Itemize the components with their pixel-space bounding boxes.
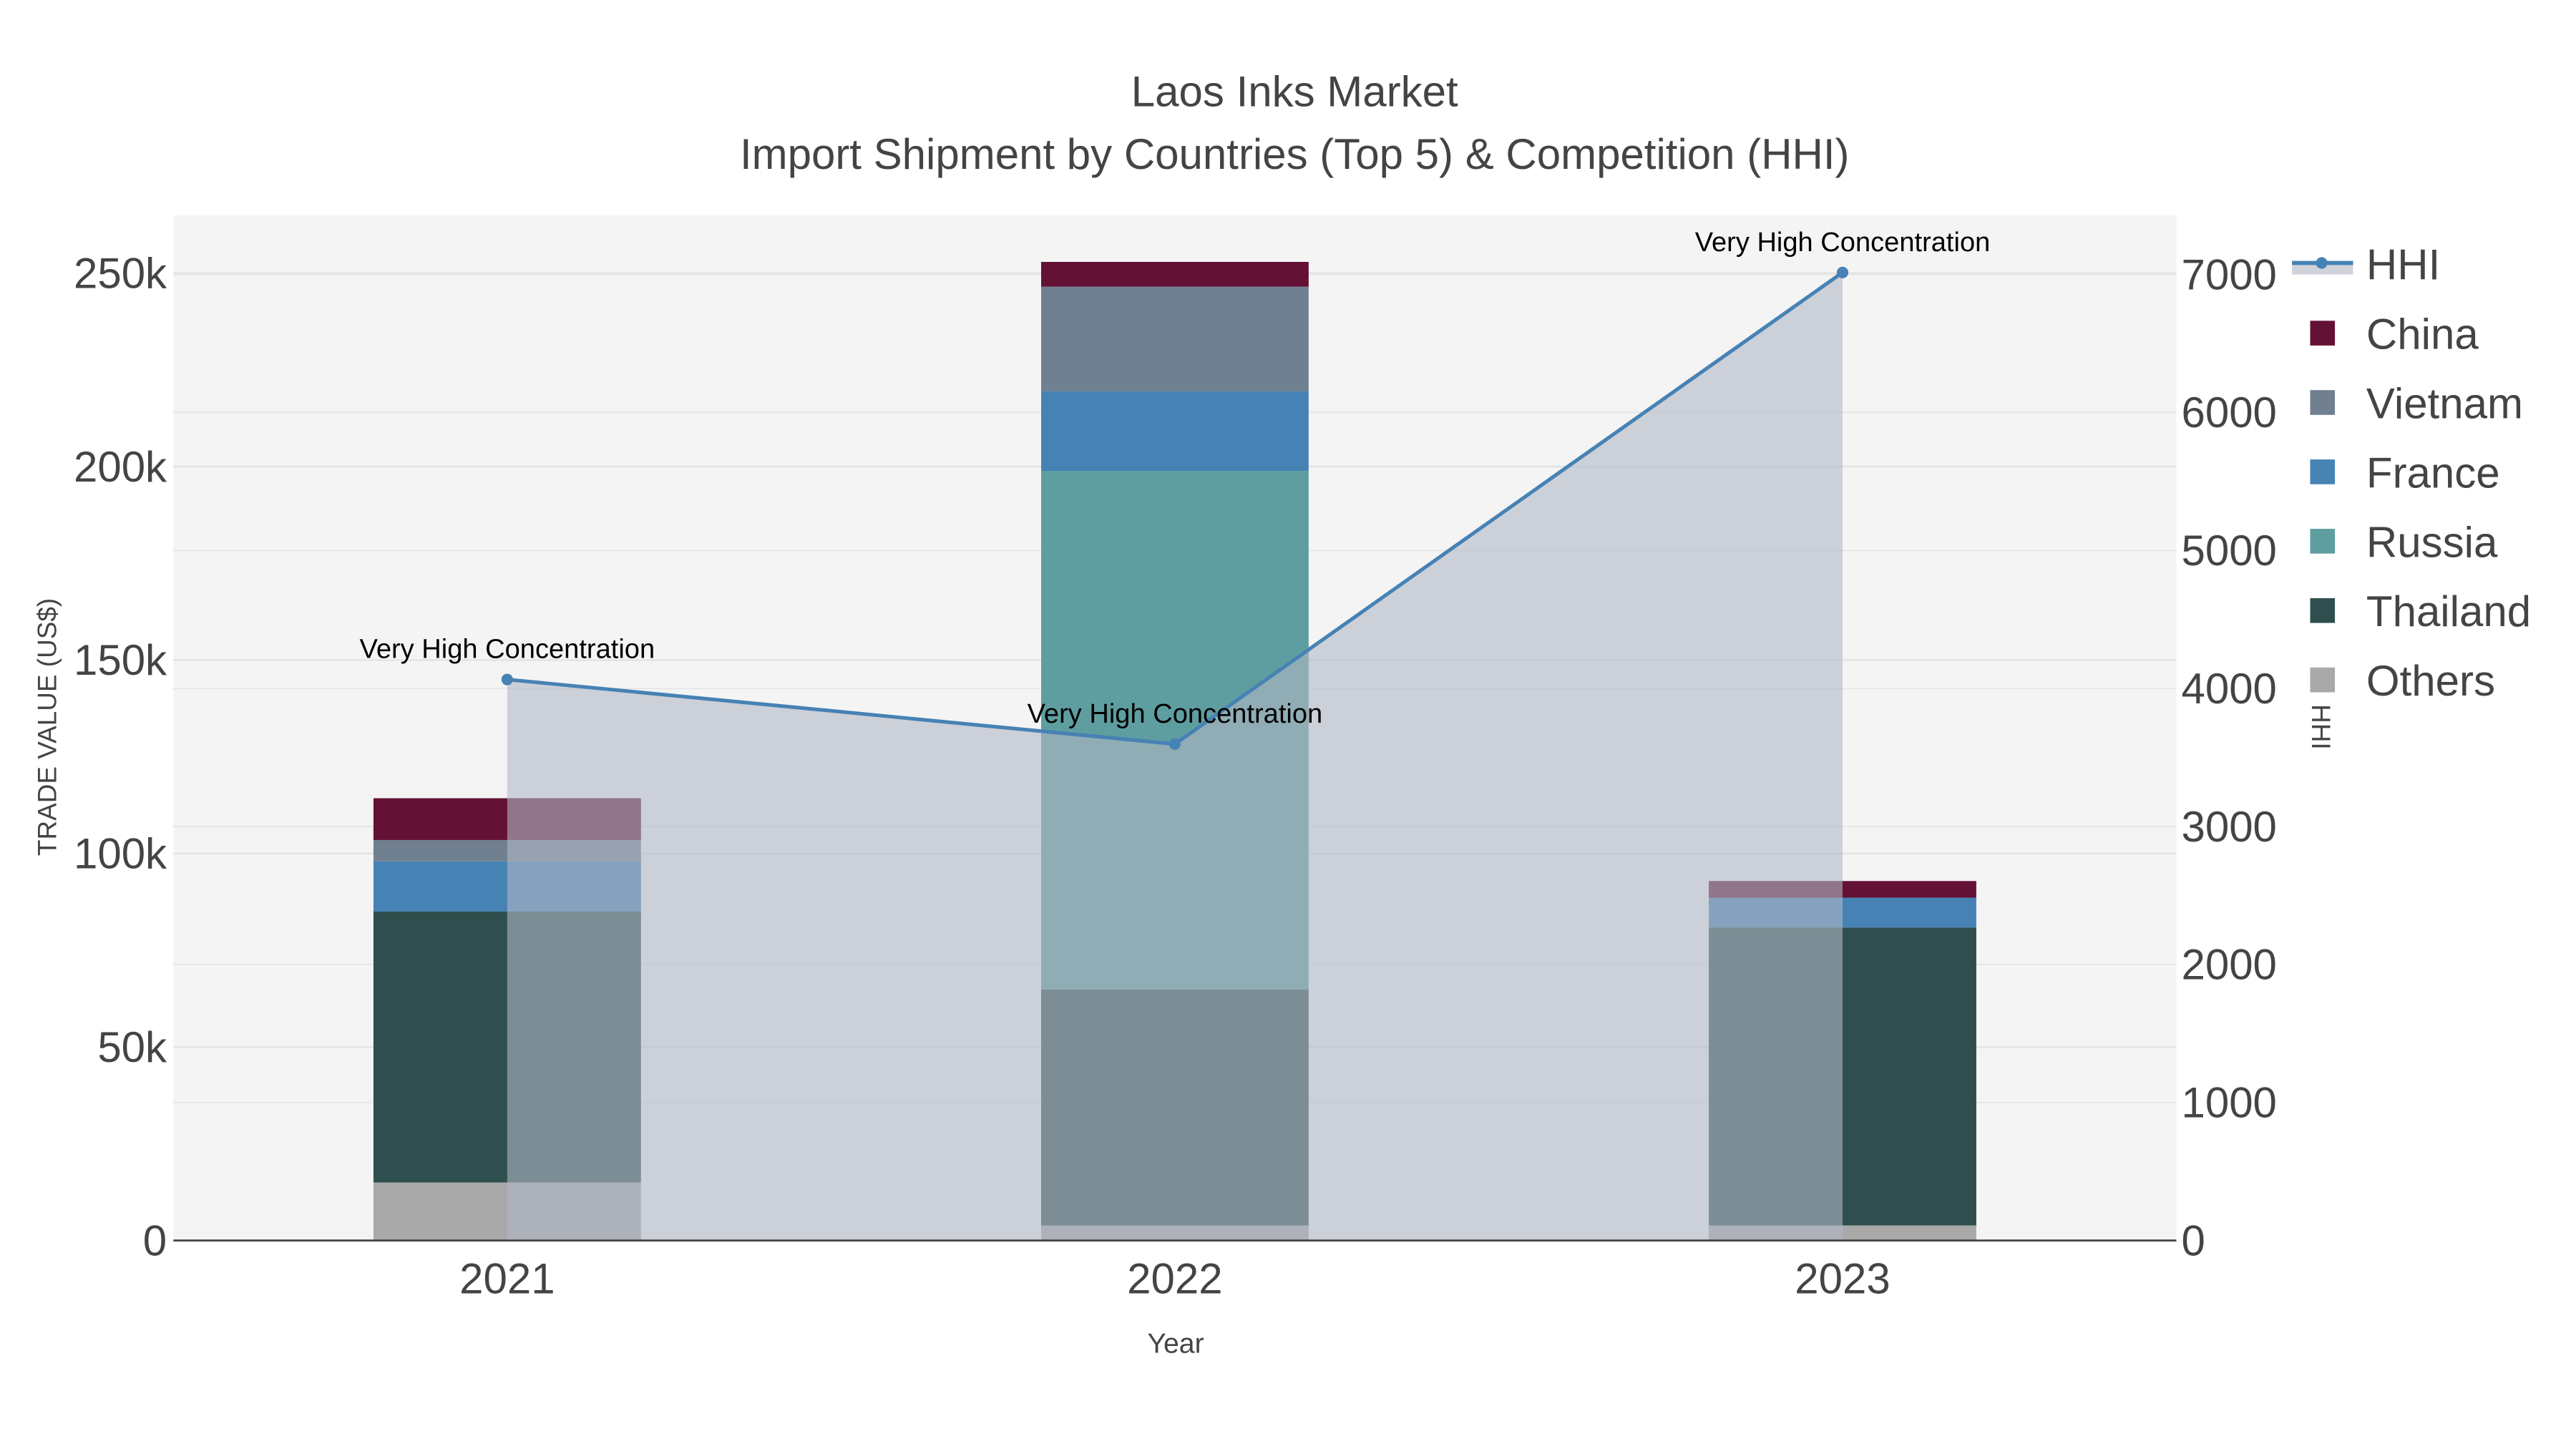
y-tick-label: 50k xyxy=(97,1023,167,1071)
legend-swatch-thailand xyxy=(2310,597,2336,623)
hhi-point-2022 xyxy=(1169,738,1181,750)
x-axis-title: Year xyxy=(1147,1328,1204,1360)
hhi-annotation: Very High Concentration xyxy=(1695,228,1991,258)
legend-swatch-vietnam xyxy=(2310,390,2336,415)
legend-label-thailand: Thailand xyxy=(2366,587,2531,635)
y-tick-label: 200k xyxy=(74,443,167,491)
y2-tick-label: 5000 xyxy=(2181,527,2276,575)
legend-swatch-china xyxy=(2310,321,2336,346)
legend-swatch-france xyxy=(2310,459,2336,484)
hhi-annotation: Very High Concentration xyxy=(1028,699,1323,729)
legend-swatch-russia xyxy=(2310,529,2336,554)
hhi-annotation: Very High Concentration xyxy=(360,635,655,665)
y-axis-title: TRADE VALUE (US$) xyxy=(32,598,62,856)
y2-tick-label: 2000 xyxy=(2181,941,2276,989)
y2-axis-title: HHI xyxy=(2306,704,2336,750)
x-tick-label: 2022 xyxy=(1127,1255,1222,1303)
y2-tick-label: 7000 xyxy=(2181,250,2276,298)
legend-swatch-others xyxy=(2310,667,2336,693)
y-tick-label: 100k xyxy=(74,830,167,878)
y-tick-label: 0 xyxy=(143,1216,167,1264)
chart: Very High Concentration Very High Concent… xyxy=(32,67,2531,1360)
legend-label-others: Others xyxy=(2366,657,2495,705)
x-tick-label: 2023 xyxy=(1795,1255,1890,1303)
chart-subtitle: Import Shipment by Countries (Top 5) & C… xyxy=(740,130,1850,178)
bar-vietnam-2022 xyxy=(1041,286,1309,391)
hhi-point-2023 xyxy=(1836,266,1849,278)
y-tick-label: 150k xyxy=(74,636,167,684)
y2-tick-label: 0 xyxy=(2181,1216,2205,1264)
legend-label-russia: Russia xyxy=(2366,518,2498,566)
chart-title: Laos Inks Market xyxy=(1131,67,1458,115)
hhi-point-2021 xyxy=(501,673,513,686)
legend-label-vietnam: Vietnam xyxy=(2366,379,2523,427)
legend-hhi-marker xyxy=(2316,257,2328,269)
y2-tick-label: 4000 xyxy=(2181,665,2276,713)
legend-label-hhi: HHI xyxy=(2366,241,2440,289)
legend-label-france: France xyxy=(2366,449,2500,497)
y-tick-label: 250k xyxy=(74,249,167,297)
bar-china-2022 xyxy=(1041,262,1309,287)
legend-label-china: China xyxy=(2366,310,2479,358)
y2-tick-label: 6000 xyxy=(2181,389,2276,436)
x-tick-label: 2021 xyxy=(459,1255,555,1303)
y2-tick-label: 1000 xyxy=(2181,1079,2276,1127)
bar-france-2022 xyxy=(1041,391,1309,472)
y2-tick-label: 3000 xyxy=(2181,803,2276,851)
